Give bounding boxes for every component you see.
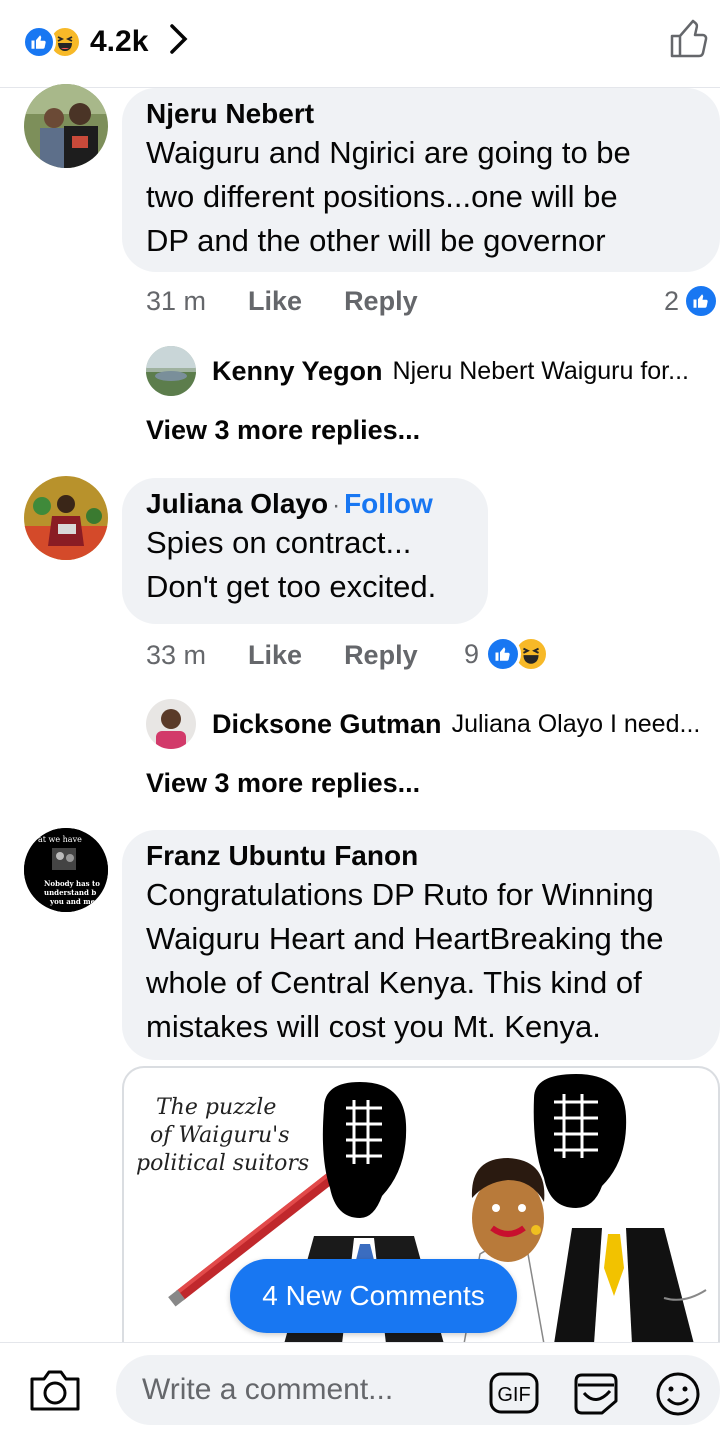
avatar-text: at we have (38, 835, 82, 844)
comment-line: Spies on contract... (146, 525, 412, 560)
like-reaction-icon (22, 24, 56, 59)
comment-placeholder: Write a comment... (142, 1373, 394, 1406)
comment-reactions[interactable]: 2 (664, 283, 720, 319)
reaction-count: 9 (464, 638, 480, 669)
camera-icon[interactable] (28, 1367, 82, 1418)
reaction-summary[interactable]: 4.2k (22, 22, 190, 61)
view-more-replies-link[interactable]: View 3 more replies... (146, 768, 420, 799)
avatar-text: you and me (49, 897, 96, 906)
chevron-right-icon[interactable] (168, 22, 190, 61)
reply-preview[interactable]: Kenny Yegon Njeru Nebert Waiguru for... (146, 346, 716, 396)
reply-preview[interactable]: Dicksone Gutman Juliana Olayo I need... (146, 699, 716, 749)
view-more-replies-link[interactable]: View 3 more replies... (146, 415, 420, 446)
comment-bubble[interactable]: Njeru Nebert Waiguru and Ngirici are goi… (122, 88, 720, 272)
reply-author[interactable]: Dicksone Gutman (212, 709, 442, 740)
comment-line: two different positions...one will be (146, 179, 618, 214)
comment-timestamp: 31 m (146, 286, 207, 316)
like-reaction-icon (683, 283, 720, 319)
like-reaction-icon (485, 636, 522, 672)
cartoon-caption: political suitors (136, 1151, 309, 1176)
reply-text: Juliana Olayo I need... (451, 709, 701, 738)
avatar[interactable]: at we have Nobody has to understand b yo… (24, 828, 108, 912)
avatar[interactable] (24, 476, 108, 560)
like-button[interactable]: Like (248, 286, 302, 317)
comment-line: Congratulations DP Ruto for Winning (146, 877, 654, 912)
new-comments-button[interactable]: 4 New Comments (230, 1259, 517, 1333)
gif-icon[interactable]: GIF (488, 1371, 540, 1420)
reply-author[interactable]: Kenny Yegon (212, 356, 383, 387)
reply-text: Njeru Nebert Waiguru for... (392, 356, 689, 385)
reply-button[interactable]: Reply (344, 640, 418, 671)
avatar-text: understand b (44, 888, 96, 897)
comment-bubble[interactable]: Franz Ubuntu Fanon Congratulations DP Ru… (122, 830, 720, 1060)
comment-composer: Write a comment... GIF (0, 1342, 720, 1433)
follow-button[interactable]: Follow (344, 488, 433, 519)
cartoon-caption: of Waiguru's (150, 1123, 290, 1148)
sticker-icon[interactable] (570, 1371, 622, 1422)
comment-line: Don't get too excited. (146, 569, 437, 604)
comment-line: Waiguru and Ngirici are going to be (146, 135, 631, 170)
thumbs-up-outline-icon[interactable] (668, 16, 712, 65)
avatar-text: Nobody has to (44, 879, 100, 888)
like-button[interactable]: Like (248, 640, 302, 671)
gif-label: GIF (497, 1384, 530, 1406)
reactions-bar[interactable]: 4.2k (0, 0, 720, 88)
emoji-icon[interactable] (654, 1371, 702, 1422)
comment-reactions[interactable]: 9 (464, 636, 550, 672)
avatar[interactable] (24, 84, 108, 168)
comment-line: DP and the other will be governor (146, 223, 606, 258)
avatar (146, 346, 196, 396)
comment-bubble[interactable]: Juliana Olayo · Follow Spies on contract..… (122, 478, 488, 624)
reaction-total: 4.2k (90, 24, 149, 58)
cartoon-caption: The puzzle (156, 1095, 276, 1120)
comment-line: Waiguru Heart and HeartBreaking the (146, 921, 664, 956)
separator-dot: · (332, 492, 341, 519)
comment-input[interactable]: Write a comment... GIF (116, 1355, 720, 1425)
comment-line: mistakes will cost you Mt. Kenya. (146, 1009, 601, 1044)
reply-button[interactable]: Reply (344, 286, 418, 317)
comment-timestamp: 33 m (146, 640, 207, 670)
comment-author[interactable]: Franz Ubuntu Fanon (146, 840, 696, 872)
comment-author[interactable]: Juliana Olayo (146, 488, 328, 519)
avatar (146, 699, 196, 749)
comment-author[interactable]: Njeru Nebert (146, 98, 696, 130)
comment-line: whole of Central Kenya. This kind of (146, 965, 642, 1000)
reaction-count: 2 (664, 285, 680, 316)
